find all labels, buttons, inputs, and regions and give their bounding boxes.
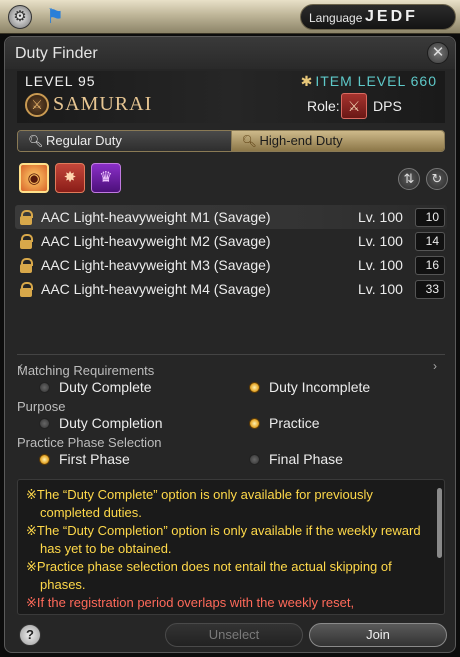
radio-button — [39, 454, 50, 465]
role-name: DPS — [373, 98, 402, 114]
job-name: SAMURAI — [53, 93, 153, 115]
list-item[interactable]: AAC Light-heavyweight M1 (Savage) Lv. 10… — [15, 205, 447, 229]
duty-level: Lv. 100 — [358, 257, 403, 273]
tab-label: High-end Duty — [259, 133, 343, 148]
samurai-job-icon: ⚔ — [25, 93, 49, 117]
lock-icon — [20, 257, 33, 273]
duty-name: AAC Light-heavyweight M4 (Savage) — [41, 281, 271, 297]
option-label: Duty Incomplete — [269, 379, 371, 395]
radio-first-phase[interactable]: First Phase — [39, 451, 130, 469]
chevron-right-icon[interactable]: › — [433, 359, 437, 373]
duty-level: Lv. 100 — [358, 209, 403, 225]
sort-icon[interactable]: ⇅ — [398, 168, 420, 190]
language-label: Language — [309, 11, 363, 25]
job-level: LEVEL 95 — [25, 73, 96, 89]
radio-button — [249, 454, 260, 465]
lock-icon — [20, 281, 33, 297]
tab-label: Regular Duty — [46, 133, 122, 148]
tab-regular-duty[interactable]: 🔍︎ Regular Duty — [18, 131, 232, 151]
duty-finder-window: Duty Finder ✕ LEVEL 95 ⚔ SAMURAI ✱ ITEM L… — [4, 36, 456, 653]
purpose-heading: Purpose — [17, 399, 66, 414]
duty-list: AAC Light-heavyweight M1 (Savage) Lv. 10… — [15, 205, 447, 301]
option-label: Duty Complete — [59, 379, 152, 395]
note-text-warning: ※If the registration period overlaps wit… — [26, 595, 355, 610]
duty-tabs: 🔍︎ Regular Duty 🔍︎ High-end Duty — [17, 130, 445, 152]
radio-button — [249, 382, 260, 393]
note-text: ※Practice phase selection does not entai… — [26, 559, 392, 592]
duty-count: 14 — [415, 232, 445, 251]
radio-button — [39, 382, 50, 393]
item-level-text: ITEM LEVEL 660 — [315, 73, 437, 89]
search-icon: 🔍︎ — [241, 134, 257, 148]
radio-duty-complete[interactable]: Duty Complete — [39, 379, 152, 397]
duty-name: AAC Light-heavyweight M3 (Savage) — [41, 257, 271, 273]
join-button[interactable]: Join — [309, 623, 447, 647]
duty-count: 16 — [415, 256, 445, 275]
unselect-button[interactable]: Unselect — [165, 623, 303, 647]
window-title: Duty Finder — [15, 45, 98, 62]
job-panel: LEVEL 95 ⚔ SAMURAI ✱ ITEM LEVEL 660 Role:… — [17, 71, 445, 123]
duty-level: Lv. 100 — [358, 281, 403, 297]
radio-duty-incomplete[interactable]: Duty Incomplete — [249, 379, 370, 397]
dps-sword-icon: ⚔ — [341, 93, 367, 119]
phase-heading: Practice Phase Selection — [17, 435, 162, 450]
item-level: ✱ ITEM LEVEL 660 — [301, 73, 437, 90]
radio-practice[interactable]: Practice — [249, 415, 320, 433]
note-text: ※The “Duty Completion” option is only av… — [26, 523, 421, 556]
duty-count: 33 — [415, 280, 445, 299]
radio-final-phase[interactable]: Final Phase — [249, 451, 343, 469]
gear-icon[interactable]: ⚙ — [8, 5, 32, 29]
list-item[interactable]: AAC Light-heavyweight M2 (Savage) Lv. 10… — [15, 229, 447, 253]
option-label: Duty Completion — [59, 415, 163, 431]
lock-icon — [20, 209, 33, 225]
alliance-raid-icon[interactable]: ♛ — [91, 163, 121, 193]
option-label: Practice — [269, 415, 320, 431]
duty-level: Lv. 100 — [358, 233, 403, 249]
trial-icon[interactable]: ✸ — [55, 163, 85, 193]
option-label: First Phase — [59, 451, 130, 467]
matching-heading: Matching Requirements — [17, 363, 155, 378]
radio-duty-completion[interactable]: Duty Completion — [39, 415, 163, 433]
notes-panel: ※The “Duty Complete” option is only avai… — [17, 479, 445, 615]
item-level-icon: ✱ — [300, 73, 314, 89]
radio-button — [249, 418, 260, 429]
duty-name: AAC Light-heavyweight M1 (Savage) — [41, 209, 271, 225]
role-label: Role: — [307, 98, 340, 114]
title-bar[interactable]: Duty Finder ✕ — [5, 37, 455, 69]
tab-high-end-duty[interactable]: 🔍︎ High-end Duty — [231, 131, 444, 151]
close-icon[interactable]: ✕ — [427, 42, 449, 64]
flag-icon[interactable]: ⚑ — [42, 5, 68, 29]
duty-name: AAC Light-heavyweight M2 (Savage) — [41, 233, 271, 249]
language-codes[interactable]: JEDF — [365, 8, 418, 26]
search-icon: 🔍︎ — [28, 134, 44, 148]
radio-button — [39, 418, 50, 429]
lock-icon — [20, 233, 33, 249]
divider — [17, 354, 445, 355]
list-item[interactable]: AAC Light-heavyweight M4 (Savage) Lv. 10… — [15, 277, 447, 301]
list-item[interactable]: AAC Light-heavyweight M3 (Savage) Lv. 10… — [15, 253, 447, 277]
help-icon[interactable]: ? — [19, 624, 41, 646]
language-panel: Language JEDF — [300, 4, 456, 30]
option-label: Final Phase — [269, 451, 343, 467]
top-bar: ⚙ ⚑ Language JEDF — [0, 0, 460, 34]
refresh-icon[interactable]: ↻ — [426, 168, 448, 190]
duty-count: 10 — [415, 208, 445, 227]
raid-icon[interactable]: ◉ — [19, 163, 49, 193]
notes-scrollbar[interactable] — [437, 488, 442, 558]
category-icons: ◉ ✸ ♛ — [19, 163, 121, 193]
note-text: ※The “Duty Complete” option is only avai… — [26, 487, 373, 520]
